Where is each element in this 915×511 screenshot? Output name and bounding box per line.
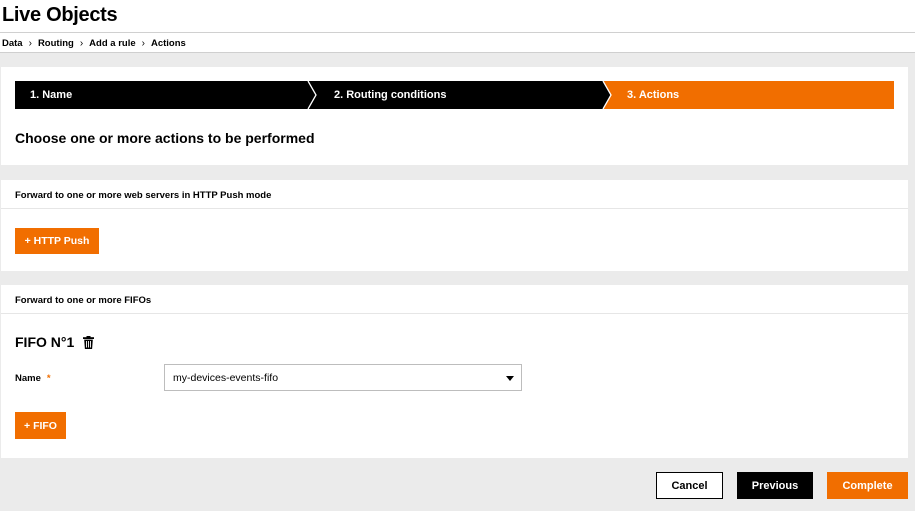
- step-actions[interactable]: 3. Actions: [603, 81, 894, 109]
- steps-panel: 1. Name 2. Routing conditions 3. Actions…: [1, 67, 908, 165]
- fifo-title: FIFO N°1: [15, 334, 75, 350]
- app-title: Live Objects: [2, 4, 118, 26]
- fifo-header: FIFO N°1: [15, 334, 95, 350]
- fifo-panel: Forward to one or more FIFOs FIFO N°1 Na…: [1, 285, 908, 458]
- breadcrumb-item-routing[interactable]: Routing: [38, 38, 74, 49]
- trash-icon[interactable]: [83, 335, 95, 349]
- intro-text: Choose one or more actions to be perform…: [15, 130, 315, 146]
- fifo-section-title: Forward to one or more FIFOs: [15, 295, 152, 306]
- cancel-button[interactable]: Cancel: [656, 472, 723, 499]
- chevron-down-icon: [506, 376, 514, 381]
- step-routing-conditions[interactable]: 2. Routing conditions: [311, 81, 603, 109]
- breadcrumb: Data › Routing › Add a rule › Actions: [2, 38, 186, 49]
- previous-button[interactable]: Previous: [737, 472, 813, 499]
- http-section-title: Forward to one or more web servers in HT…: [15, 190, 272, 201]
- step-routing-conditions-label: 2. Routing conditions: [334, 89, 447, 101]
- add-fifo-button[interactable]: + FIFO: [15, 412, 66, 439]
- section-divider: [1, 313, 908, 314]
- fifo-name-label: Name *: [15, 373, 51, 384]
- chevron-right-icon: ›: [28, 38, 32, 49]
- step-separator-icon: [305, 81, 317, 109]
- header-divider: [0, 32, 915, 33]
- fifo-name-select[interactable]: my-devices-events-fifo: [164, 364, 522, 391]
- step-separator-icon: [600, 81, 612, 109]
- breadcrumb-item-add-rule[interactable]: Add a rule: [89, 38, 135, 49]
- chevron-right-icon: ›: [79, 38, 84, 49]
- breadcrumb-item-data[interactable]: Data: [2, 38, 23, 49]
- step-name-label: 1. Name: [30, 89, 73, 101]
- add-http-push-button[interactable]: + HTTP Push: [15, 228, 99, 254]
- step-actions-label: 3. Actions: [627, 89, 680, 101]
- fifo-name-value: my-devices-events-fifo: [173, 371, 279, 384]
- name-label-text: Name: [15, 373, 41, 384]
- section-divider: [1, 208, 908, 209]
- wizard-stepper: 1. Name 2. Routing conditions 3. Actions: [15, 81, 894, 109]
- chevron-right-icon: ›: [141, 38, 145, 49]
- http-push-panel: Forward to one or more web servers in HT…: [1, 180, 908, 271]
- step-name[interactable]: 1. Name: [15, 81, 311, 109]
- top-bar: Live Objects Data › Routing › Add a rule…: [0, 0, 915, 53]
- complete-button[interactable]: Complete: [827, 472, 908, 499]
- required-mark: *: [46, 373, 51, 384]
- breadcrumb-item-actions: Actions: [150, 38, 186, 49]
